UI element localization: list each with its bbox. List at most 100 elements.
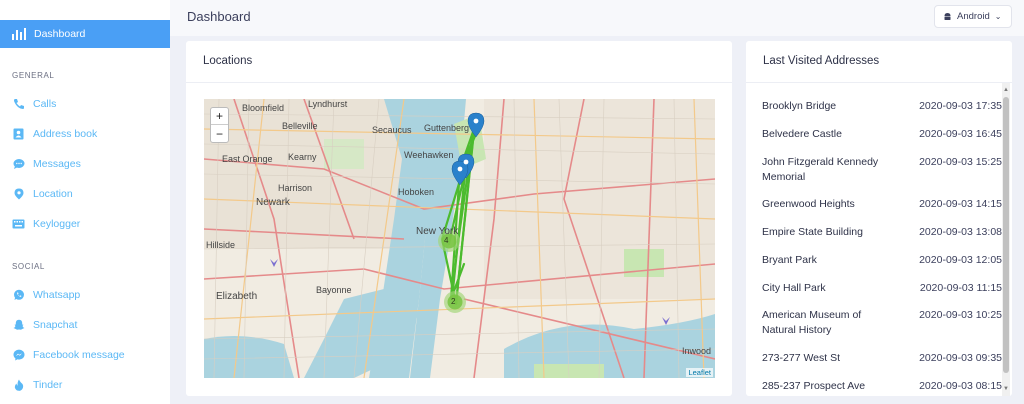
map-label: East Orange bbox=[222, 154, 273, 164]
section-label-general: GENERAL bbox=[12, 71, 55, 80]
os-select-dropdown[interactable]: Android ⌄ bbox=[934, 5, 1012, 28]
sidebar-item-label: Tinder bbox=[33, 379, 63, 391]
whatsapp-icon bbox=[12, 289, 25, 302]
sidebar-item-label: Facebook message bbox=[33, 349, 125, 361]
list-item: 285-237 Prospect Ave 2020-09-03 08:15 bbox=[762, 379, 1002, 394]
leaflet-attribution-link[interactable]: Leaflet bbox=[686, 368, 713, 377]
map-label: Belleville bbox=[282, 121, 318, 131]
map-tiles bbox=[204, 99, 715, 378]
sidebar-item-label: Keylogger bbox=[33, 218, 81, 230]
address-name: Empire State Building bbox=[762, 226, 863, 238]
phone-icon bbox=[12, 98, 25, 111]
sidebar-item-address-book[interactable]: Address book bbox=[12, 124, 97, 144]
map-label: Kearny bbox=[288, 152, 317, 162]
sidebar-item-keylogger[interactable]: Keylogger bbox=[12, 214, 80, 234]
map-label: Inwood bbox=[682, 346, 712, 356]
divider bbox=[746, 82, 1012, 83]
map-label: Bloomfield bbox=[242, 103, 285, 113]
address-time: 2020-09-03 13:08 bbox=[919, 226, 1002, 238]
list-item: Belvedere Castle 2020-09-03 16:45 bbox=[762, 127, 1002, 142]
zoom-in-button[interactable]: + bbox=[211, 108, 228, 125]
address-time: 2020-09-03 11:15 bbox=[919, 282, 1002, 294]
address-time: 2020-09-03 14:15 bbox=[919, 198, 1002, 210]
address-time: 2020-09-03 10:25 bbox=[919, 309, 1002, 321]
addresses-title: Last Visited Addresses bbox=[763, 55, 880, 67]
scroll-thumb[interactable] bbox=[1003, 97, 1009, 373]
zoom-out-button[interactable]: − bbox=[211, 125, 228, 142]
sidebar-item-label: Address book bbox=[33, 128, 98, 140]
address-time: 2020-09-03 16:45 bbox=[919, 128, 1002, 140]
map-label: Bayonne bbox=[316, 285, 352, 295]
keyboard-icon bbox=[12, 218, 25, 231]
address-name: John Fitzgerald Kennedy Memorial bbox=[762, 156, 879, 183]
sidebar-item-location[interactable]: Location bbox=[12, 184, 73, 204]
flame-icon bbox=[12, 379, 25, 392]
list-item: Empire State Building 2020-09-03 13:08 bbox=[762, 225, 1002, 240]
os-select-value: Android bbox=[957, 11, 990, 22]
sidebar-item-snapchat[interactable]: Snapchat bbox=[12, 315, 77, 335]
address-time: 2020-09-03 15:25 bbox=[919, 156, 1002, 168]
scroll-up-icon[interactable]: ▲ bbox=[1003, 87, 1009, 93]
android-icon bbox=[943, 12, 952, 21]
sidebar-item-dashboard[interactable]: Dashboard bbox=[0, 20, 170, 48]
address-name: City Hall Park bbox=[762, 282, 826, 294]
locations-card: Locations 4 2 Newark New York Elizabeth … bbox=[186, 41, 732, 396]
sidebar-item-messages[interactable]: Messages bbox=[12, 154, 81, 174]
address-name: 273-277 West St bbox=[762, 352, 841, 364]
address-time: 2020-09-03 17:35 bbox=[919, 100, 1002, 112]
list-item: Greenwood Heights 2020-09-03 14:15 bbox=[762, 197, 1002, 212]
list-item: Brooklyn Bridge 2020-09-03 17:35 bbox=[762, 99, 1002, 114]
messenger-icon bbox=[12, 349, 25, 362]
address-book-icon bbox=[12, 128, 25, 141]
addresses-card: Last Visited Addresses Brooklyn Bridge 2… bbox=[746, 41, 1012, 396]
zoom-control: + − bbox=[210, 107, 229, 143]
page-title: Dashboard bbox=[187, 9, 251, 24]
address-name: Brooklyn Bridge bbox=[762, 100, 837, 112]
address-name: Greenwood Heights bbox=[762, 198, 855, 210]
locations-title: Locations bbox=[203, 55, 253, 67]
address-name: 285-237 Prospect Ave bbox=[762, 380, 866, 392]
sidebar-item-facebook-message[interactable]: Facebook message bbox=[12, 345, 125, 365]
scroll-down-icon[interactable]: ▼ bbox=[1003, 386, 1009, 392]
map-label: Newark bbox=[256, 197, 290, 208]
map-label: Guttenberg bbox=[424, 123, 470, 133]
sidebar-item-label: Snapchat bbox=[33, 319, 78, 331]
bar-chart-icon bbox=[12, 28, 26, 40]
list-item: City Hall Park 2020-09-03 11:15 bbox=[762, 281, 1002, 296]
address-name: Belvedere Castle bbox=[762, 128, 842, 140]
address-name: Bryant Park bbox=[762, 254, 817, 266]
map-label: New York bbox=[416, 226, 459, 237]
map-label: Hillside bbox=[206, 240, 236, 250]
cluster-count[interactable]: 2 bbox=[451, 297, 455, 306]
sidebar-item-whatsapp[interactable]: Whatsapp bbox=[12, 285, 80, 305]
snapchat-ghost-icon bbox=[12, 319, 25, 332]
address-time: 2020-09-03 08:15 bbox=[919, 380, 1002, 392]
map-label: Secaucus bbox=[372, 125, 412, 135]
cluster-count[interactable]: 4 bbox=[444, 236, 448, 245]
address-time: 2020-09-03 12:05 bbox=[919, 254, 1002, 266]
section-label-social: SOCIAL bbox=[12, 262, 45, 271]
map-label: Elizabeth bbox=[216, 291, 258, 302]
top-header: Dashboard Android ⌄ bbox=[170, 0, 1024, 36]
locations-map[interactable]: 4 2 Newark New York Elizabeth Bayonne Ho… bbox=[204, 99, 715, 378]
sidebar-item-tinder[interactable]: Tinder bbox=[12, 375, 62, 395]
list-item: American Museum of Natural History 2020-… bbox=[762, 308, 1002, 338]
map-label: Lyndhurst bbox=[308, 99, 348, 109]
sidebar-item-label: Calls bbox=[33, 98, 57, 110]
list-item: Bryant Park 2020-09-03 12:05 bbox=[762, 253, 1002, 268]
address-time: 2020-09-03 09:35 bbox=[919, 352, 1002, 364]
map-pin-icon bbox=[12, 188, 25, 201]
message-bubble-icon bbox=[12, 158, 25, 171]
sidebar-item-label: Messages bbox=[33, 158, 81, 170]
sidebar: Dashboard GENERAL Calls Address book Mes… bbox=[0, 0, 170, 404]
list-item: John Fitzgerald Kennedy Memorial 2020-09… bbox=[762, 155, 1002, 185]
sidebar-item-label: Whatsapp bbox=[33, 289, 81, 301]
addresses-scrollbar[interactable]: ▲ ▼ bbox=[1002, 83, 1010, 396]
sidebar-item-calls[interactable]: Calls bbox=[12, 94, 56, 114]
map-label: Hoboken bbox=[398, 187, 435, 197]
map-label: Harrison bbox=[278, 183, 313, 193]
divider bbox=[186, 82, 732, 83]
sidebar-item-label: Dashboard bbox=[34, 28, 86, 40]
sidebar-item-label: Location bbox=[33, 188, 73, 200]
chevron-down-icon: ⌄ bbox=[994, 12, 1002, 21]
